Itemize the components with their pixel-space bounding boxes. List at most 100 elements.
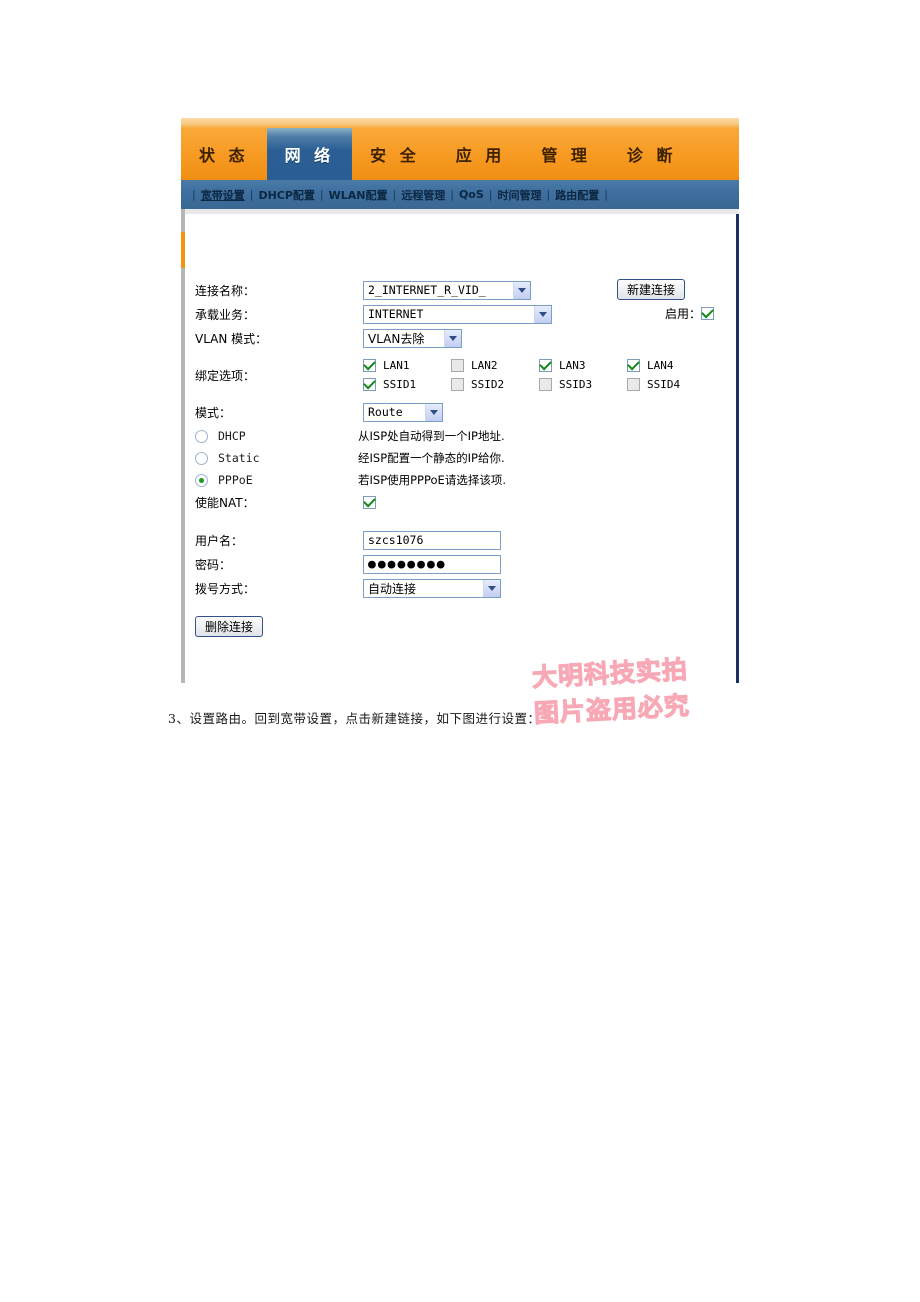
wan-type-dhcp-row[interactable]: DHCP 从ISP处自动得到一个IP地址. — [195, 425, 735, 447]
tabbar-top-highlight — [181, 118, 739, 128]
lan4-label: LAN4 — [647, 359, 674, 372]
tab-application[interactable]: 应 用 — [438, 128, 524, 180]
binding-option-lan3[interactable]: LAN3 — [539, 357, 627, 372]
binding-option-lan1[interactable]: LAN1 — [363, 357, 451, 372]
radio-selected-dot-icon — [199, 477, 204, 483]
chevron-down-icon[interactable] — [425, 403, 442, 421]
subnav-separator: | — [488, 188, 493, 201]
subnav-separator: | — [249, 188, 254, 201]
bearer-service-value: INTERNET — [368, 307, 424, 321]
bearer-service-row: 承载业务： INTERNET — [195, 303, 735, 325]
connection-name-control: 2_INTERNET_R_VID_ — [363, 280, 531, 300]
password-row: 密码： ●●●●●●●● — [195, 553, 735, 575]
chevron-down-icon[interactable] — [444, 329, 461, 347]
lan1-checkbox[interactable] — [363, 357, 376, 372]
tab-security[interactable]: 安 全 — [352, 128, 438, 180]
vlan-mode-row: VLAN 模式： VLAN去除 — [195, 327, 735, 349]
dial-mode-select[interactable]: 自动连接 — [363, 578, 501, 598]
dhcp-radio[interactable] — [195, 429, 208, 443]
binding-option-lan4[interactable]: LAN4 — [627, 357, 715, 372]
binding-option-ssid2[interactable]: SSID2 — [451, 378, 539, 391]
lan4-checkbox[interactable] — [627, 357, 640, 372]
dhcp-label: DHCP — [218, 429, 246, 443]
dial-mode-control: 自动连接 — [363, 578, 501, 598]
check-icon — [701, 305, 714, 319]
mode-select[interactable]: Route — [363, 402, 443, 422]
chevron-down-icon[interactable] — [534, 305, 551, 323]
subnav-item-wlan-config[interactable]: WLAN配置 — [329, 187, 388, 203]
enable-row: 启用： — [665, 305, 715, 322]
new-connection-button[interactable]: 新建连接 — [617, 279, 686, 300]
check-icon — [363, 357, 376, 371]
subnav-separator: | — [450, 188, 454, 201]
dial-mode-label: 拨号方式： — [195, 581, 256, 596]
ssid2-checkbox[interactable] — [451, 378, 464, 391]
subnav-item-time-management[interactable]: 时间管理 — [498, 187, 542, 203]
watermark-line-2: 图片盗用必究 — [533, 691, 691, 729]
binding-options-label: 绑定选项： — [195, 368, 256, 383]
tab-diagnostics[interactable]: 诊 断 — [609, 128, 695, 180]
static-label: Static — [218, 451, 260, 465]
bearer-service-control: INTERNET — [363, 304, 552, 324]
subnav-separator: | — [319, 188, 324, 201]
lan2-label: LAN2 — [471, 359, 498, 372]
wan-type-static-row[interactable]: Static 经ISP配置一个静态的IP给你. — [195, 447, 735, 469]
tab-status[interactable]: 状 态 — [181, 128, 267, 180]
router-admin-screenshot: 状 态 网 络 安 全 应 用 管 理 诊 断 | 宽带设置 | DHCP配置 … — [181, 118, 739, 729]
username-label: 用户名： — [195, 533, 244, 548]
pppoe-label: PPPoE — [218, 473, 253, 487]
chevron-down-icon[interactable] — [483, 579, 500, 597]
subnav-item-dhcp-config[interactable]: DHCP配置 — [258, 187, 314, 203]
nat-row: 使能NAT： — [195, 491, 735, 513]
nat-control — [363, 493, 376, 511]
pane-top-divider — [185, 209, 739, 214]
subnav-item-qos[interactable]: QoS — [459, 188, 484, 201]
tab-management[interactable]: 管 理 — [523, 128, 609, 180]
enable-checkbox[interactable] — [701, 305, 715, 320]
username-row: 用户名： szcs1076 — [195, 529, 735, 551]
pane-left-rail — [181, 209, 185, 683]
ssid3-checkbox[interactable] — [539, 378, 552, 391]
vlan-mode-select[interactable]: VLAN去除 — [363, 328, 462, 348]
binding-option-ssid3[interactable]: SSID3 — [539, 378, 627, 391]
bearer-service-select[interactable]: INTERNET — [363, 304, 552, 324]
sub-navigation: | 宽带设置 | DHCP配置 | WLAN配置 | 远程管理 | QoS | … — [181, 180, 739, 209]
nat-checkbox[interactable] — [363, 494, 376, 509]
binding-option-ssid4[interactable]: SSID4 — [627, 378, 715, 391]
username-input[interactable]: szcs1076 — [363, 530, 501, 550]
check-icon — [627, 357, 640, 371]
binding-option-ssid1[interactable]: SSID1 — [363, 376, 451, 391]
subnav-separator: | — [192, 188, 196, 201]
lan3-checkbox[interactable] — [539, 357, 552, 372]
connection-name-select[interactable]: 2_INTERNET_R_VID_ — [363, 280, 531, 300]
ssid2-label: SSID2 — [471, 378, 505, 391]
chevron-down-icon[interactable] — [513, 281, 530, 299]
mode-control: Route — [363, 402, 443, 422]
lan2-checkbox[interactable] — [451, 359, 464, 372]
dhcp-description: 从ISP处自动得到一个IP地址. — [358, 429, 505, 443]
subnav-separator: | — [392, 188, 397, 201]
ssid3-label: SSID3 — [559, 378, 593, 391]
pppoe-description: 若ISP使用PPPoE请选择该项. — [358, 473, 506, 487]
ssid1-checkbox[interactable] — [363, 376, 376, 391]
ssid1-label: SSID1 — [383, 378, 417, 391]
binding-option-lan2[interactable]: LAN2 — [451, 359, 539, 372]
static-radio[interactable] — [195, 451, 208, 465]
wan-type-pppoe-row[interactable]: PPPoE 若ISP使用PPPoE请选择该项. — [195, 469, 735, 491]
pppoe-radio[interactable] — [195, 473, 208, 487]
subnav-item-broadband-settings[interactable]: 宽带设置 — [201, 187, 245, 203]
binding-options-grid: LAN1 LAN2 LAN3 LAN4 SSID1 SSID2 SSID3 SS… — [363, 357, 715, 391]
delete-connection-button[interactable]: 删除连接 — [195, 615, 264, 637]
check-icon — [363, 376, 376, 390]
tab-network[interactable]: 网 络 — [266, 128, 353, 180]
mode-value: Route — [368, 405, 403, 419]
subnav-item-remote-management[interactable]: 远程管理 — [401, 187, 445, 203]
dial-mode-value: 自动连接 — [368, 581, 417, 596]
password-label: 密码： — [195, 557, 232, 572]
ssid4-checkbox[interactable] — [627, 378, 640, 391]
password-input[interactable]: ●●●●●●●● — [363, 554, 501, 574]
subnav-item-route-config[interactable]: 路由配置 — [555, 187, 599, 203]
pane-left-accent-bar — [181, 232, 185, 268]
